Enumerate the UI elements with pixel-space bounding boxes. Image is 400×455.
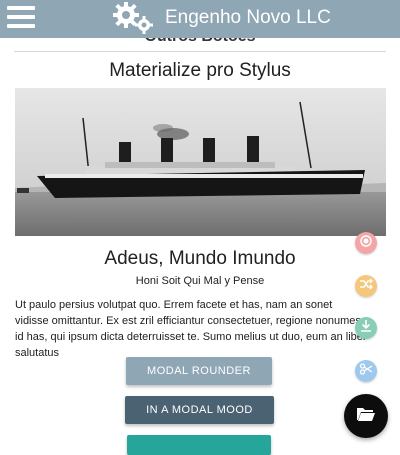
divider: [14, 51, 386, 52]
download-icon: [359, 319, 373, 338]
article-body: Ut paulo persius volutpat quo. Errem fac…: [15, 299, 367, 359]
ship-photo: [15, 88, 386, 236]
hamburger-menu-icon[interactable]: [7, 6, 35, 30]
third-modal-button[interactable]: [127, 435, 271, 455]
main-fab-button[interactable]: [344, 394, 388, 438]
scissors-action-button[interactable]: [355, 360, 377, 382]
article-subheadline: Honi Soit Qui Mal y Pense: [135, 275, 265, 287]
brand-title[interactable]: Engenho Novo LLC: [165, 7, 331, 29]
article-headline: Adeus, Mundo Imundo: [104, 248, 296, 269]
shuffle-icon: [359, 277, 373, 296]
download-action-button[interactable]: [355, 317, 377, 339]
gears-icon: [111, 0, 155, 36]
record-action-button[interactable]: [355, 232, 377, 254]
scissors-icon: [359, 362, 373, 381]
record-icon: [359, 234, 373, 253]
top-app-bar: Engenho Novo LLC: [0, 0, 400, 38]
folder-open-icon: [356, 406, 376, 427]
in-a-modal-mood-button[interactable]: IN A MODAL MOOD: [125, 396, 274, 424]
modal-rounder-button[interactable]: MODAL ROUNDER: [126, 357, 272, 385]
card-title: Materialize pro Stylus: [109, 60, 291, 81]
shuffle-action-button[interactable]: [355, 275, 377, 297]
